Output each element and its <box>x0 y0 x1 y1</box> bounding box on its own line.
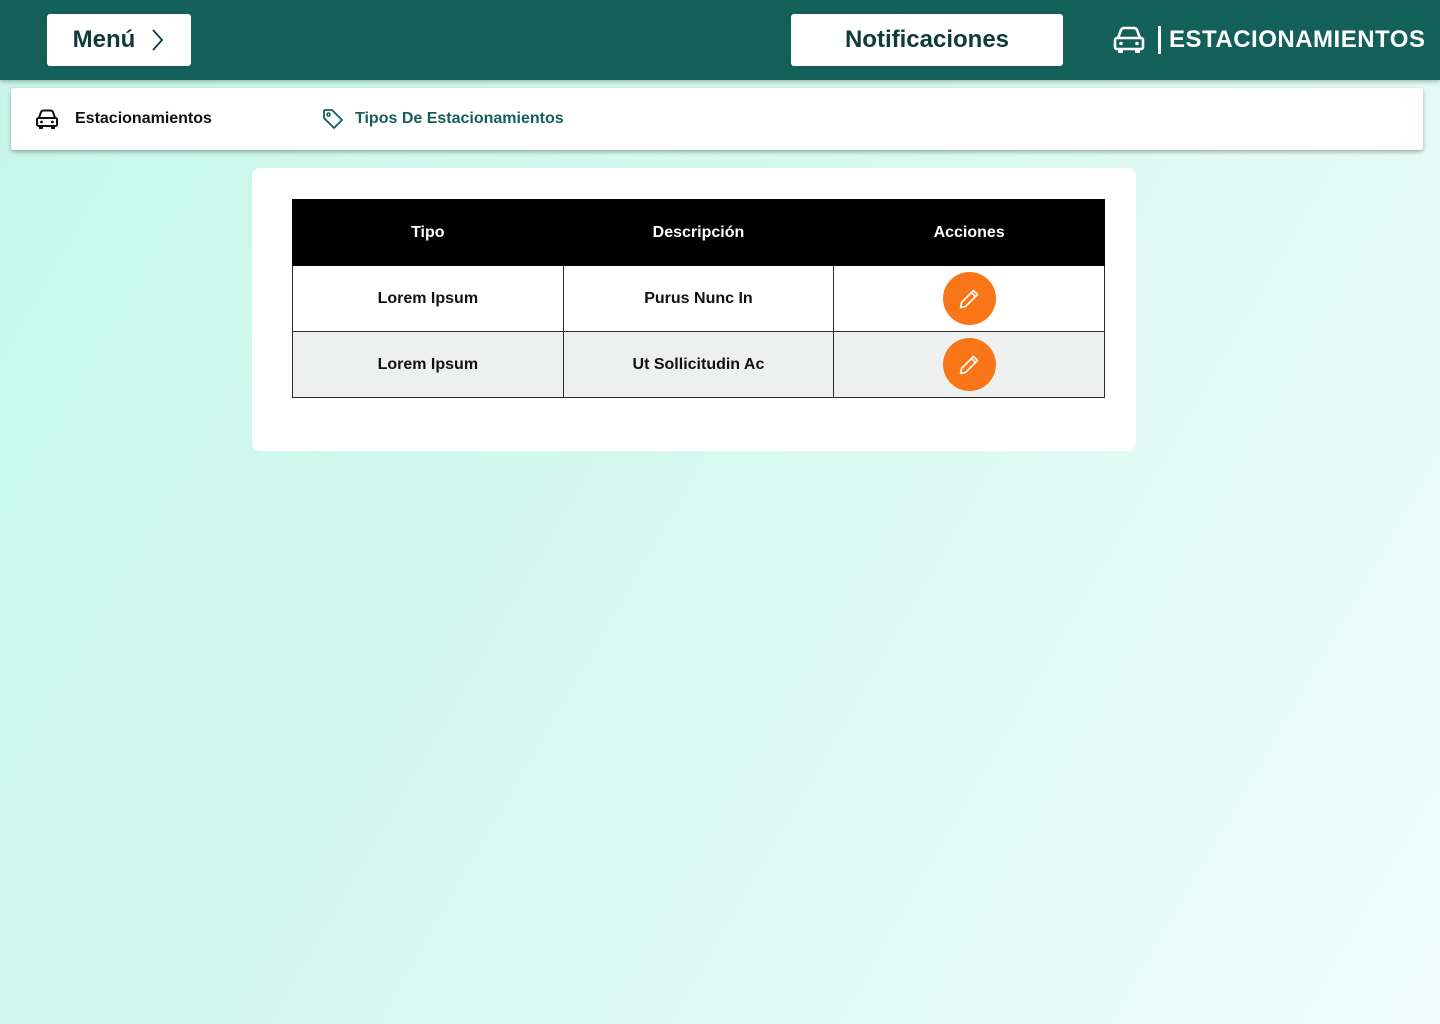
tab-label: Estacionamientos <box>75 110 212 127</box>
column-header-descripcion: Descripción <box>562 199 835 266</box>
table-header-row: Tipo Descripción Acciones <box>292 199 1105 266</box>
cell-descripcion: Purus Nunc In <box>562 265 835 332</box>
table-row: Lorem Ipsum Purus Nunc In <box>292 265 1105 332</box>
tab-label: Tipos De Estacionamientos <box>355 110 564 127</box>
table-row: Lorem Ipsum Ut Sollicitudin Ac <box>292 331 1105 398</box>
cell-tipo: Lorem Ipsum <box>292 265 564 332</box>
parking-types-table: Tipo Descripción Acciones Lorem Ipsum Pu… <box>292 199 1105 398</box>
edit-button[interactable] <box>942 338 996 391</box>
pencil-icon <box>959 289 979 308</box>
cell-descripcion: Ut Sollicitudin Ac <box>562 331 835 398</box>
chevron-right-icon <box>152 29 164 51</box>
tab-tipos-de-estacionamientos[interactable]: Tipos De Estacionamientos <box>321 88 564 150</box>
menu-button[interactable]: Menú <box>47 14 191 66</box>
brand-separator <box>1158 26 1161 54</box>
edit-button[interactable] <box>942 272 996 325</box>
menu-label: Menú <box>72 26 136 53</box>
top-header-bar: Menú Notificaciones ESTACIONAMIENTOS <box>0 0 1440 80</box>
cell-acciones <box>833 331 1105 398</box>
car-icon <box>36 109 58 129</box>
notifications-button[interactable]: Notificaciones <box>791 14 1063 66</box>
column-header-acciones: Acciones <box>833 199 1105 266</box>
notifications-label: Notificaciones <box>844 26 1010 53</box>
column-header-tipo: Tipo <box>292 199 564 266</box>
cell-acciones <box>833 265 1105 332</box>
pencil-icon <box>959 355 979 374</box>
cell-tipo: Lorem Ipsum <box>292 331 564 398</box>
content-card: Tipo Descripción Acciones Lorem Ipsum Pu… <box>252 168 1136 451</box>
brand-title: ESTACIONAMIENTOS <box>1169 26 1426 53</box>
tab-estacionamientos[interactable]: Estacionamientos <box>35 88 212 150</box>
car-icon <box>1113 26 1145 53</box>
tag-icon <box>323 109 343 129</box>
brand: ESTACIONAMIENTOS <box>1112 22 1425 58</box>
tab-bar: Estacionamientos Tipos De Estacionamient… <box>11 88 1423 150</box>
